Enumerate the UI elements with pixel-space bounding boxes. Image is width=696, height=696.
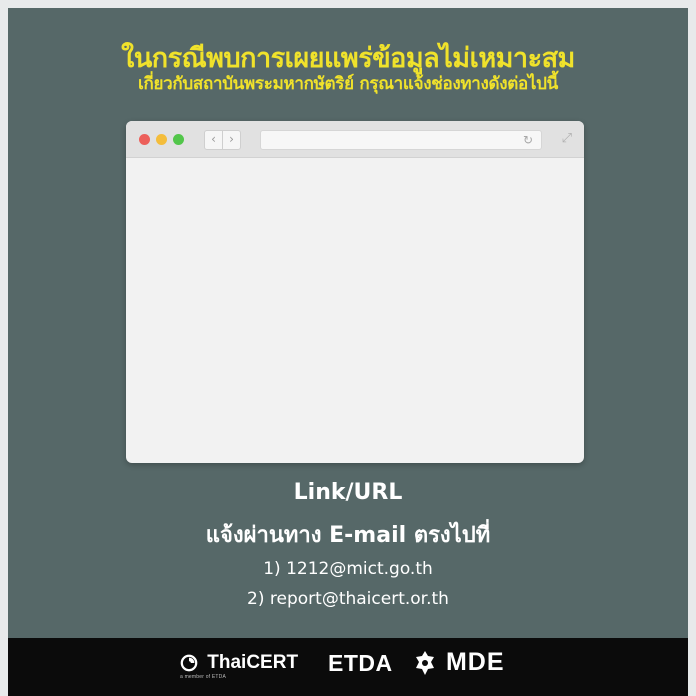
footer-logo-bar: ThaiCERT a member of ETDA ETDA MDE [8,638,688,696]
browser-toolbar: ‹ › ↻ ⤢ [126,121,584,158]
expand-icon: ⤢ [561,131,572,146]
contact-email-1: 1) 1212@mict.go.th [263,559,433,579]
forward-arrow-icon: › [222,130,241,150]
contact-email-2: 2) report@thaicert.or.th [247,589,449,609]
minimize-dot-icon [156,134,167,145]
link-url-label: Link/URL [293,480,403,505]
browser-window-illustration: ‹ › ↻ ⤢ [126,121,584,463]
thaicert-logo: ThaiCERT a member of ETDA [180,652,298,680]
thaicert-swirl-icon [180,654,198,672]
etda-logo: ETDA [328,650,393,676]
thaicert-wordmark: ThaiCERT [207,652,299,673]
reload-icon: ↻ [522,133,533,147]
back-arrow-icon: ‹ [204,130,223,150]
mde-seal-icon [416,651,434,676]
mde-wordmark: MDE [445,648,505,676]
email-instruction: แจ้งผ่านทาง E-mail ตรงไปที่ [205,523,491,548]
mde-logo: MDE [414,648,505,677]
poster: ในกรณีพบการเผยแพร่ข้อมูลไม่เหมาะสม เกี่ย… [8,8,688,696]
heading-line-2: เกี่ยวกับสถาบันพระมหากษัตริย์ กรุณาแจ้งช… [137,74,558,94]
thaicert-tagline: a member of ETDA [180,674,226,680]
maximize-dot-icon [173,134,184,145]
address-bar: ↻ [260,130,542,150]
close-dot-icon [139,134,150,145]
